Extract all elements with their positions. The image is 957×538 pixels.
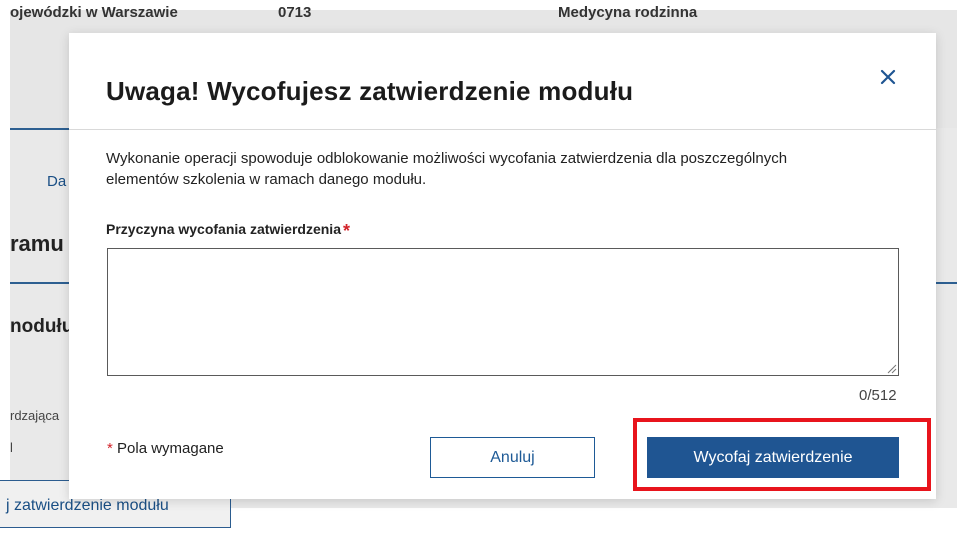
background-section-line-right <box>935 282 957 284</box>
character-counter: 0/512 <box>859 387 897 404</box>
close-icon <box>880 69 896 85</box>
required-star: * <box>342 221 350 241</box>
cancel-button[interactable]: Anuluj <box>430 437 595 478</box>
background-tab-underline <box>10 128 70 130</box>
background-label: rdzająca <box>10 408 60 423</box>
withdraw-approval-button[interactable]: Wycofaj zatwierdzenie <box>647 437 899 478</box>
background-section-line <box>10 282 70 284</box>
required-fields-note: * Pola wymagane <box>107 440 224 457</box>
dialog-title: Uwaga! Wycofujesz zatwierdzenie modułu <box>106 76 634 106</box>
dialog-description: Wykonanie operacji spowoduje odblokowani… <box>106 150 788 188</box>
required-note-text: Pola wymagane <box>117 440 224 457</box>
reason-field-label: Przyczyna wycofania zatwierdzenia * <box>106 221 350 242</box>
background-specialty-text: Medycyna rodzinna <box>558 4 698 21</box>
resize-grip-icon[interactable] <box>886 363 897 374</box>
background-heading: ramu <box>10 231 64 256</box>
background-institution-text: ojewódzki w Warszawie <box>10 4 178 21</box>
background-link[interactable]: Da <box>47 173 66 190</box>
dialog-divider <box>69 129 936 130</box>
confirm-withdraw-dialog: Uwaga! Wycofujesz zatwierdzenie modułu W… <box>69 33 936 499</box>
reason-label-text: Przyczyna wycofania zatwierdzenia <box>106 221 341 237</box>
reason-textarea[interactable] <box>107 248 899 376</box>
close-button[interactable] <box>876 65 900 89</box>
background-code-text: 0713 <box>278 4 312 21</box>
background-subheading: nodułu <box>10 316 74 337</box>
required-note-star: * <box>107 440 113 457</box>
background-value: l <box>10 440 13 455</box>
